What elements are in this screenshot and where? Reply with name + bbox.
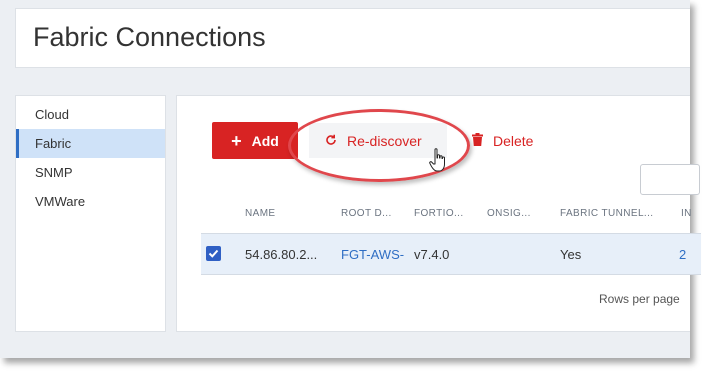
- page-title: Fabric Connections: [33, 22, 266, 52]
- column-header-root-device[interactable]: ROOT D...: [341, 208, 392, 219]
- sidebar-item-vmware[interactable]: VMWare: [16, 187, 165, 216]
- sidebar-item-snmp[interactable]: SNMP: [16, 158, 165, 187]
- page-header: Fabric Connections: [15, 8, 690, 68]
- sidebar-item-fabric[interactable]: Fabric: [16, 129, 165, 158]
- trash-icon: [472, 132, 483, 149]
- column-header-fabric-tunnel[interactable]: FABRIC TUNNEL...: [560, 208, 653, 219]
- checkmark-icon: [208, 249, 219, 258]
- delete-button[interactable]: Delete: [472, 123, 533, 158]
- row-checkbox[interactable]: [206, 246, 221, 261]
- column-header-name[interactable]: NAME: [245, 208, 276, 219]
- rows-per-page-label: Rows per page: [599, 292, 680, 306]
- cell-fortios: v7.4.0: [414, 247, 450, 262]
- delete-button-label: Delete: [493, 132, 534, 149]
- sidebar: Cloud Fabric SNMP VMWare: [15, 95, 166, 332]
- add-button-label: Add: [251, 132, 279, 149]
- column-header-fortios[interactable]: FORTIO...: [414, 208, 464, 219]
- cell-name: 54.86.80.2...: [245, 247, 318, 262]
- cell-fabric-tunnel: Yes: [560, 247, 582, 262]
- cell-in-link[interactable]: 2: [679, 247, 686, 262]
- sidebar-item-cloud[interactable]: Cloud: [16, 100, 165, 129]
- column-header-onsight[interactable]: ONSIG...: [487, 208, 531, 219]
- search-input[interactable]: [640, 164, 700, 195]
- add-button[interactable]: + Add: [212, 122, 298, 159]
- cell-root-device-link[interactable]: FGT-AWS-: [341, 247, 404, 262]
- column-header-in[interactable]: IN: [681, 208, 692, 219]
- hand-pointer-icon: [429, 148, 449, 179]
- plus-icon: +: [231, 130, 242, 151]
